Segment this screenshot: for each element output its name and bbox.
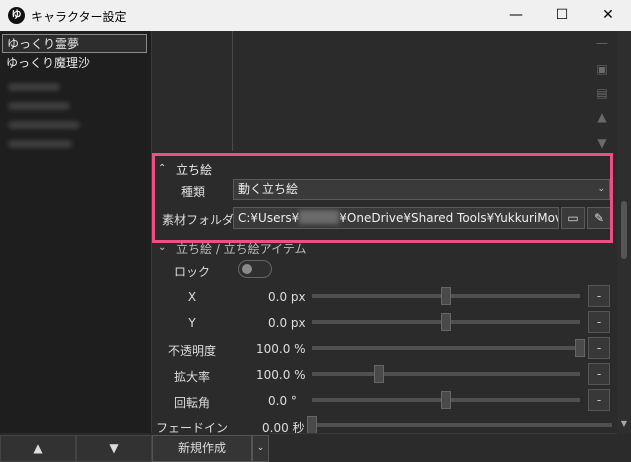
item-section-title[interactable]: 立ち絵 / 立ち絵アイテム	[176, 240, 306, 257]
scale-label: 拡大率	[173, 370, 210, 384]
minimize-button[interactable]: —	[493, 0, 539, 31]
divider	[270, 433, 617, 434]
tachie-section-title[interactable]: 立ち絵	[176, 161, 212, 178]
blurred-character-item[interactable]	[8, 83, 60, 91]
maximize-button[interactable]: ☐	[539, 0, 585, 31]
window-title: キャラクター設定	[31, 10, 127, 24]
rotation-value[interactable]: 0.0 °	[268, 394, 297, 408]
move-character-up-button[interactable]: ▲	[0, 435, 76, 462]
opacity-slider[interactable]	[312, 346, 580, 350]
opacity-label: 不透明度	[167, 344, 216, 358]
y-reset-button[interactable]: -	[588, 311, 610, 333]
open-folder-icon[interactable]: ▭	[561, 207, 585, 229]
folder-path-suffix: ¥OneDrive¥Shared Tools¥YukkuriMovieMake	[339, 211, 559, 225]
copy-icon[interactable]: ▣	[593, 60, 611, 78]
minus-icon[interactable]: —	[593, 34, 611, 52]
kind-select-value: 動く立ち絵	[238, 182, 299, 196]
fadein-slider[interactable]	[312, 423, 612, 427]
toggle-knob	[242, 264, 252, 274]
fadein-slider-thumb[interactable]	[307, 416, 317, 434]
blurred-character-item[interactable]	[8, 102, 70, 110]
new-create-dropdown-icon[interactable]: ⌄	[252, 435, 269, 462]
folder-path-prefix: C:¥Users¥	[238, 211, 300, 225]
y-slider-thumb[interactable]	[441, 313, 451, 331]
material-folder-input[interactable]: C:¥Users¥ ¥OneDrive¥Shared Tools¥YukkuriM…	[233, 207, 559, 229]
scale-slider-thumb[interactable]	[374, 365, 384, 383]
move-character-down-button[interactable]: ▼	[76, 435, 152, 462]
y-value[interactable]: 0.0 px	[268, 316, 306, 330]
opacity-slider-thumb[interactable]	[575, 339, 585, 357]
move-up-icon[interactable]: ▲	[593, 108, 611, 126]
scrollbar-thumb[interactable]	[621, 201, 627, 259]
lock-label: ロック	[173, 265, 210, 279]
fadein-label: フェードイン	[155, 421, 228, 435]
new-create-button[interactable]: 新規作成	[152, 435, 252, 462]
blurred-character-item[interactable]	[8, 140, 72, 148]
x-slider-thumb[interactable]	[441, 287, 451, 305]
blurred-character-item[interactable]	[8, 121, 80, 129]
right-toolbar: — ▣ ▤ ▲ ▼	[587, 31, 617, 156]
chevron-down-icon: ⌄	[597, 184, 605, 194]
x-label: X	[187, 290, 197, 304]
material-folder-label: 素材フォルダ	[162, 213, 235, 227]
y-label: Y	[188, 316, 196, 330]
x-reset-button[interactable]: -	[588, 285, 610, 307]
character-item-marisa[interactable]: ゆっくり魔理沙	[2, 54, 147, 73]
rotation-reset-button[interactable]: -	[588, 389, 610, 411]
lock-toggle[interactable]	[238, 260, 272, 278]
character-item-reimu[interactable]: ゆっくり霊夢	[2, 34, 147, 53]
opacity-value[interactable]: 100.0 %	[256, 342, 306, 356]
kind-select[interactable]: 動く立ち絵 ⌄	[233, 179, 610, 200]
preview-divider	[232, 31, 233, 151]
app-logo-icon: ゆ	[8, 7, 25, 24]
x-value[interactable]: 0.0 px	[268, 290, 306, 304]
rotation-slider-thumb[interactable]	[441, 391, 451, 409]
title-bar: ゆ キャラクター設定 — ☐ ✕	[0, 0, 631, 31]
opacity-reset-button[interactable]: -	[588, 337, 610, 359]
scale-value[interactable]: 100.0 %	[256, 368, 306, 382]
edit-pencil-icon[interactable]: ✎	[587, 207, 611, 229]
scale-reset-button[interactable]: -	[588, 363, 610, 385]
scroll-down-arrow-icon[interactable]: ▼	[619, 419, 629, 428]
character-list: ゆっくり霊夢 ゆっくり魔理沙	[0, 31, 152, 433]
vertical-scrollbar[interactable]: ▼	[617, 31, 631, 433]
close-button[interactable]: ✕	[585, 0, 631, 31]
redacted-username	[299, 210, 340, 224]
move-down-icon[interactable]: ▼	[593, 134, 611, 152]
rotation-label: 回転角	[173, 396, 210, 410]
chevron-up-icon[interactable]: ⌃	[158, 163, 166, 174]
scale-slider[interactable]	[312, 372, 580, 376]
save-icon[interactable]: ▤	[593, 84, 611, 102]
preview-area	[152, 31, 587, 151]
kind-label: 種類	[181, 185, 206, 199]
chevron-down-icon[interactable]: ⌄	[158, 242, 166, 253]
